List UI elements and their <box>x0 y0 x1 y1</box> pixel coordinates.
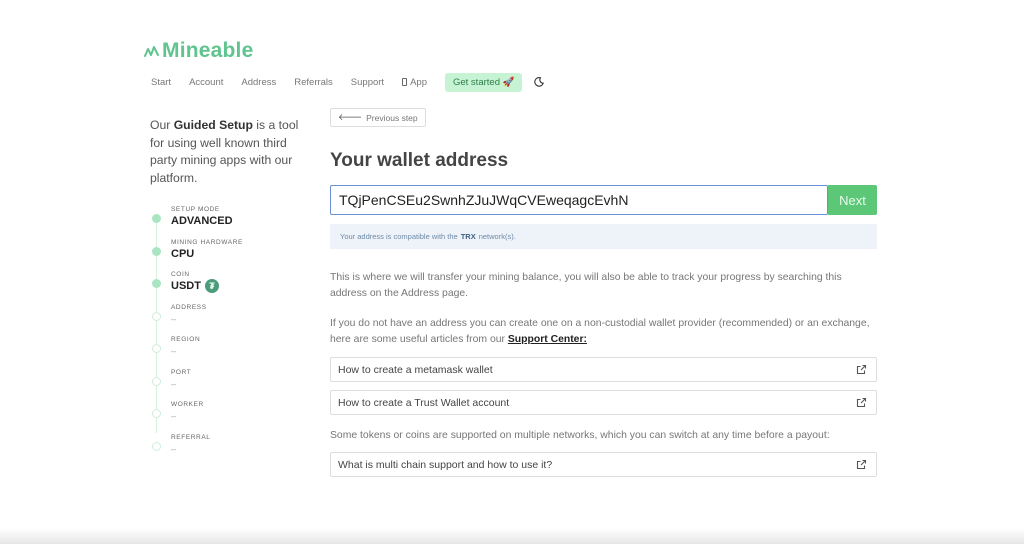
step-value: – <box>171 313 177 324</box>
step-setup-mode: SETUP MODE ADVANCED <box>152 205 312 236</box>
step-dot-pending <box>152 376 161 386</box>
setup-steps: SETUP MODE ADVANCED MINING HARDWARE CPU … <box>152 203 312 463</box>
get-started-button[interactable]: Get started 🚀 <box>444 72 523 92</box>
step-label: COIN <box>171 271 190 278</box>
step-address: ADDRESS – <box>152 303 312 334</box>
step-label: ADDRESS <box>171 303 207 311</box>
external-link-icon <box>856 459 867 470</box>
step-value-coin: USDT ₮ <box>171 279 312 293</box>
link-label: How to create a metamask wallet <box>338 363 493 376</box>
step-label: MINING HARDWARE <box>171 238 243 246</box>
compatibility-notice: Your address is compatible with the TRX ne… <box>330 224 877 249</box>
nav-start[interactable]: Start <box>151 77 171 88</box>
step-worker: WORKER – <box>152 400 312 431</box>
info-paragraph-2: If you do not have an address you can cr… <box>330 318 870 345</box>
step-dot-done <box>152 279 161 288</box>
step-label: REGION <box>171 336 201 343</box>
step-coin: COIN USDT ₮ <box>152 270 312 301</box>
step-value: – <box>171 443 177 454</box>
logo-mark-icon <box>144 46 159 57</box>
intro-text: Our Guided Setup is a tool for using wel… <box>150 118 299 185</box>
step-dot-pending <box>152 409 161 418</box>
step-value: – <box>171 378 177 389</box>
step-dot-done <box>152 246 161 256</box>
nav-referrals[interactable]: Referrals <box>294 77 333 88</box>
nav-app[interactable]: App <box>402 77 427 88</box>
bottom-edge <box>0 528 1024 544</box>
step-mining-hardware: MINING HARDWARE CPU <box>152 238 312 269</box>
step-label: REFERRAL <box>171 433 211 441</box>
brand-name: Mineable <box>162 39 254 62</box>
step-region: REGION – <box>152 335 312 366</box>
external-link-icon <box>856 364 867 375</box>
nav-support[interactable]: Support <box>351 77 384 88</box>
previous-step-button[interactable]: 🡐 Previous step <box>330 108 426 127</box>
step-value: – <box>171 411 177 421</box>
top-nav: Start Account Address Referrals Support … <box>151 72 545 92</box>
multi-chain-article-link[interactable]: What is multi chain support and how to u… <box>330 452 877 477</box>
step-label: SETUP MODE <box>171 206 220 213</box>
step-value: ADVANCED <box>171 215 233 227</box>
page-title: Your wallet address <box>330 150 509 171</box>
step-dot-pending <box>152 441 161 451</box>
step-port: PORT – <box>152 368 312 399</box>
info-paragraph-3: Some tokens or coins are supported on mu… <box>330 430 830 441</box>
trust-wallet-article-link[interactable]: How to create a Trust Wallet account <box>330 390 877 415</box>
nav-account[interactable]: Account <box>189 77 223 88</box>
step-dot-pending <box>152 311 161 321</box>
external-link-icon <box>856 397 867 408</box>
step-value: – <box>171 346 177 356</box>
step-dot-pending <box>152 344 161 353</box>
link-label: What is multi chain support and how to u… <box>338 458 553 471</box>
step-value: CPU <box>171 247 195 260</box>
info-paragraph-1: This is where we will transfer your mini… <box>330 272 842 299</box>
arrow-left-icon: 🡐 <box>338 112 363 122</box>
step-label: WORKER <box>171 401 204 408</box>
network-name: TRX <box>460 232 476 241</box>
phone-icon <box>402 78 408 86</box>
address-row: Next <box>330 185 877 215</box>
step-referral: REFERRAL – <box>152 433 312 464</box>
brand-logo[interactable]: Mineable <box>144 39 253 63</box>
support-center-link[interactable]: Support Center: <box>508 334 587 345</box>
link-label: How to create a Trust Wallet account <box>338 396 510 409</box>
wallet-address-input[interactable] <box>330 185 828 215</box>
metamask-article-link[interactable]: How to create a metamask wallet <box>330 357 877 382</box>
nav-address[interactable]: Address <box>241 77 276 88</box>
step-dot-done <box>152 214 161 223</box>
nav-app-label: App <box>410 76 427 88</box>
moon-icon[interactable] <box>534 77 545 87</box>
next-button[interactable]: Next <box>828 185 877 215</box>
tether-icon: ₮ <box>204 279 219 293</box>
step-label: PORT <box>171 368 192 376</box>
previous-step-label: Previous step <box>366 112 418 123</box>
intro-bold: Guided Setup <box>173 118 253 132</box>
